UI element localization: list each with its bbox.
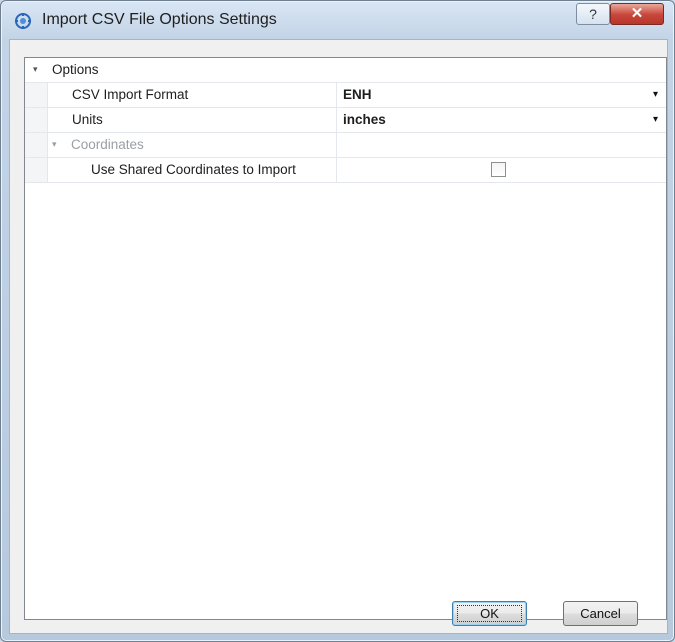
subcategory-row-coordinates[interactable]: ▾ Coordinates: [25, 133, 666, 158]
category-label: Options: [52, 62, 99, 77]
property-label: Units: [72, 112, 103, 127]
window-title: Import CSV File Options Settings: [42, 11, 277, 28]
collapse-arrow-icon[interactable]: ▾: [33, 64, 38, 75]
cancel-button[interactable]: Cancel: [563, 601, 638, 626]
property-label: CSV Import Format: [72, 87, 189, 102]
app-icon: [15, 13, 31, 29]
dialog-body: ▾ Options CSV Import Format ENH ▾ Units …: [9, 39, 668, 634]
subcategory-label: Coordinates: [71, 137, 144, 152]
row-gutter: [25, 158, 48, 182]
chevron-down-icon[interactable]: ▾: [653, 89, 658, 100]
title-bar[interactable]: Import CSV File Options Settings ? ✕: [1, 1, 674, 39]
property-grid: ▾ Options CSV Import Format ENH ▾ Units …: [24, 57, 667, 620]
focus-rectangle: [457, 605, 522, 622]
row-gutter: [25, 108, 48, 132]
dialog-window: Import CSV File Options Settings ? ✕ ▾ O…: [0, 0, 675, 642]
units-value[interactable]: inches: [343, 112, 386, 127]
row-gutter: [25, 133, 48, 157]
csv-import-format-value[interactable]: ENH: [343, 87, 372, 102]
help-button[interactable]: ?: [576, 3, 610, 25]
column-divider: [336, 133, 337, 157]
property-row-csv-import-format: CSV Import Format ENH ▾: [25, 83, 666, 108]
property-row-units: Units inches ▾: [25, 108, 666, 133]
ok-button[interactable]: OK: [452, 601, 527, 626]
column-divider: [336, 83, 337, 107]
column-divider: [336, 158, 337, 182]
column-divider: [336, 108, 337, 132]
use-shared-coordinates-checkbox[interactable]: [491, 162, 506, 177]
collapse-arrow-icon[interactable]: ▾: [52, 139, 57, 150]
property-row-shared-coordinates: Use Shared Coordinates to Import: [25, 158, 666, 183]
row-gutter: [25, 83, 48, 107]
chevron-down-icon[interactable]: ▾: [653, 114, 658, 125]
close-button[interactable]: ✕: [610, 3, 664, 25]
category-row-options[interactable]: ▾ Options: [25, 58, 666, 83]
property-label: Use Shared Coordinates to Import: [91, 162, 296, 177]
